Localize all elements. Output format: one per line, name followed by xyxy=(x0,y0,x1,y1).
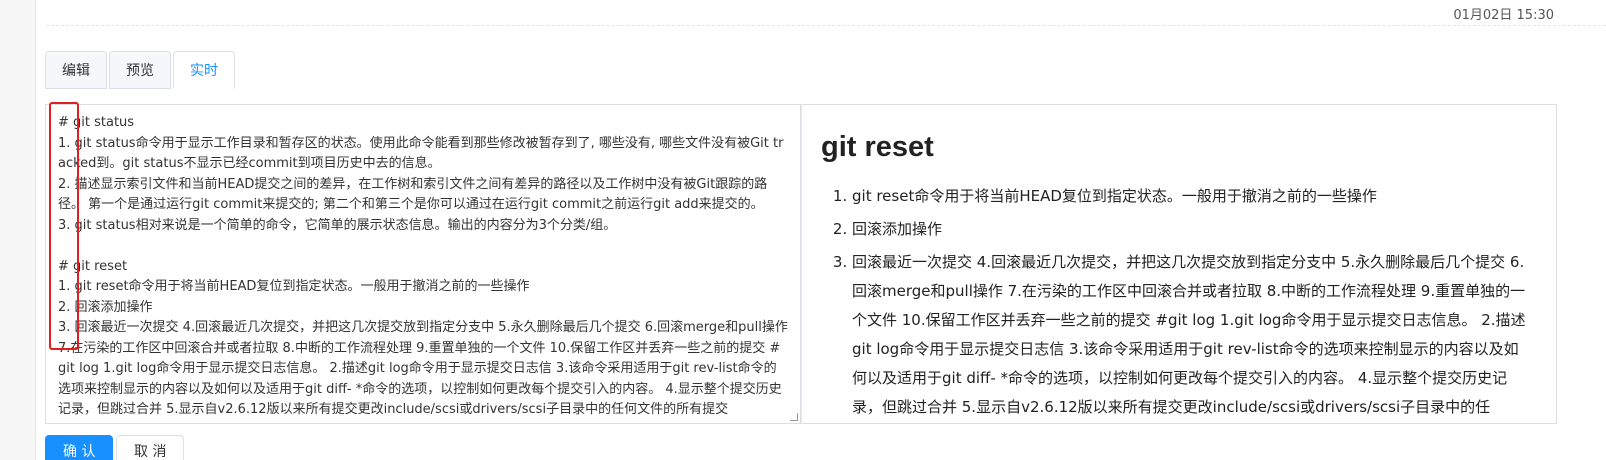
cancel-button[interactable]: 取 消 xyxy=(116,435,185,460)
left-sidebar-strip xyxy=(0,0,36,460)
live-preview-pane: git reset git reset命令用于将当前HEAD复位到指定状态。一般… xyxy=(801,104,1557,424)
resize-handle-icon[interactable] xyxy=(790,413,798,421)
mode-tabs: 编辑 预览 实时 xyxy=(45,51,237,89)
tab-edit[interactable]: 编辑 xyxy=(45,51,107,89)
timestamp: 01月02日 15:30 xyxy=(1453,8,1554,23)
preview-list-item: git reset命令用于将当前HEAD复位到指定状态。一般用于撤消之前的一些操… xyxy=(852,182,1532,211)
preview-list-item: 回滚添加操作 xyxy=(852,215,1532,244)
preview-list-item: 回滚最近一次提交 4.回滚最近几次提交，并把这几次提交放到指定分支中 5.永久删… xyxy=(852,248,1532,422)
tab-preview[interactable]: 预览 xyxy=(109,51,171,89)
header-divider xyxy=(46,25,1606,26)
markdown-editor[interactable]: # git status 1. git status命令用于显示工作目录和暂存区… xyxy=(45,104,801,424)
confirm-button[interactable]: 确 认 xyxy=(45,435,114,460)
preview-heading: git reset xyxy=(821,131,934,163)
tab-live[interactable]: 实时 xyxy=(173,51,235,89)
editor-content[interactable]: # git status 1. git status命令用于显示工作目录和暂存区… xyxy=(46,105,800,423)
preview-list: git reset命令用于将当前HEAD复位到指定状态。一般用于撤消之前的一些操… xyxy=(852,182,1532,422)
